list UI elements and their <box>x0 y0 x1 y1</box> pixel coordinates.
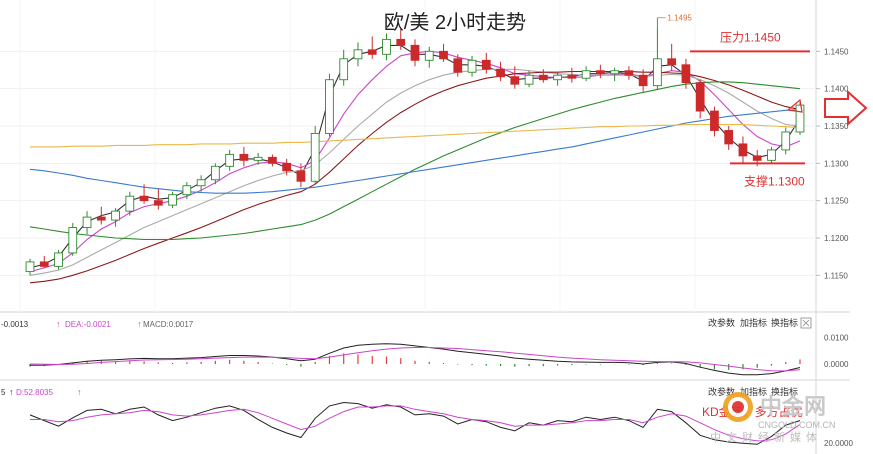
watermark-brand: 中金网 <box>760 394 826 419</box>
candle-body <box>653 58 662 87</box>
candle-body <box>710 110 719 131</box>
candle-body <box>367 49 377 55</box>
price-tick-label: 1.1300 <box>824 159 849 168</box>
kdj-d-legend: D:52.8035 <box>16 388 53 397</box>
candle-body <box>424 50 434 61</box>
candle-body <box>225 153 235 167</box>
kdj-tick-label: 20.0000 <box>824 439 853 448</box>
price-tick-label: 1.1250 <box>824 197 849 206</box>
kdj-d-line <box>30 405 801 442</box>
macd-tick-label: 0.0100 <box>824 333 849 342</box>
macd-add-indicator-button[interactable]: 加指标 <box>740 317 767 328</box>
candle-body <box>695 82 705 112</box>
macd-switch-indicator-button[interactable]: 换指标 <box>771 317 798 328</box>
candle-body <box>752 155 762 161</box>
candle-body <box>296 170 306 182</box>
candle-body <box>310 133 320 182</box>
candle-body <box>353 49 363 60</box>
candle-body <box>54 252 63 267</box>
cngold-logo <box>723 392 753 422</box>
candle-body <box>439 50 448 60</box>
kdj-k-line <box>29 401 801 445</box>
candle-body <box>581 70 591 79</box>
watermark-slogan: 中文财经新媒体 <box>710 430 822 444</box>
candle-body <box>410 44 420 61</box>
candle-body <box>111 210 120 221</box>
support-label: 支撑1.1300 <box>744 173 805 188</box>
candle-body <box>538 74 548 81</box>
price-tick-label: 1.1200 <box>824 234 849 243</box>
chart-canvas: 1.1450 1.1400 1.1350 1.1300 1.1250 1.1200 1.11… <box>0 0 868 454</box>
candle-body <box>767 149 776 161</box>
candle-body <box>610 70 620 75</box>
candle-body <box>39 261 49 267</box>
candle-body <box>553 74 562 81</box>
candle-body <box>795 104 805 133</box>
candle-body <box>481 59 491 70</box>
candle-body <box>595 70 605 75</box>
price-axis-ticks: 1.1450 1.1400 1.1350 1.1300 1.1250 1.1200 1.11… <box>816 47 849 280</box>
candle-body <box>624 70 634 76</box>
macd-value-legend: MACD:0.0017 <box>143 320 194 329</box>
candle-body <box>510 76 520 85</box>
macd-dea-line <box>29 347 801 372</box>
candle-body <box>453 58 463 73</box>
candle-body <box>268 156 277 164</box>
candle-body <box>382 38 391 55</box>
candle-body <box>139 195 149 202</box>
candle-body <box>125 195 135 212</box>
macd-legend-up-arrow: ↑ <box>174 319 179 329</box>
candle-body <box>781 131 791 151</box>
peak-price-label: 1.1495 <box>667 14 692 23</box>
kdj-legend-up-arrow: ↑ <box>77 387 82 397</box>
watermark-site: CNGOLD.COM.CN <box>758 420 836 430</box>
candle-body <box>524 74 534 85</box>
candle-body <box>396 38 406 46</box>
candle-body <box>96 216 106 221</box>
price-pane <box>0 0 816 312</box>
candle-body <box>82 216 92 228</box>
macd-legend-up-arrow: ↑ <box>137 319 142 329</box>
macd-tick-label: 0.0000 <box>824 360 849 369</box>
candle-body <box>681 64 691 84</box>
candle-body <box>68 227 78 254</box>
macd-dif-line <box>29 343 801 376</box>
candle-body <box>153 200 163 206</box>
price-tick-label: 1.1350 <box>824 122 849 131</box>
macd-dea-legend: DEA:-0.0021 <box>65 320 111 329</box>
candle-body <box>667 58 677 66</box>
price-tick-label: 1.1150 <box>824 271 848 280</box>
candle-body <box>239 153 249 161</box>
candle-body <box>253 156 263 161</box>
price-tick-label: 1.1400 <box>824 85 849 94</box>
candle-body <box>496 68 505 78</box>
candle-body <box>724 130 734 145</box>
candle-body <box>325 79 334 134</box>
candle-body <box>196 179 206 187</box>
candle-body <box>567 74 577 79</box>
kdj-k-legend: 5 <box>1 388 6 397</box>
arrow-right-icon <box>824 89 868 127</box>
candle-body <box>738 143 748 157</box>
macd-legend-up-arrow: ↑ <box>56 319 61 329</box>
macd-dif-legend: -0.0013 <box>1 320 29 329</box>
candle-body <box>467 59 477 73</box>
chart-title: 欧/美 2小时走势 <box>384 11 526 34</box>
price-tick-label: 1.1450 <box>824 47 849 56</box>
candle-body <box>282 162 292 172</box>
close-icon[interactable] <box>800 317 812 329</box>
macd-edit-params-button[interactable]: 改参数 <box>708 317 735 328</box>
candle-body <box>182 185 192 196</box>
candle-body <box>339 58 349 81</box>
candle-body <box>210 165 220 181</box>
macd-pane: 0.0100 0.0000 <box>29 333 849 376</box>
kdj-legend-up-arrow: ↑ <box>9 387 14 397</box>
candle-body <box>168 194 177 206</box>
candle-body <box>638 74 648 87</box>
resistance-label: 压力1.1450 <box>720 30 781 44</box>
candle-body <box>25 261 35 273</box>
